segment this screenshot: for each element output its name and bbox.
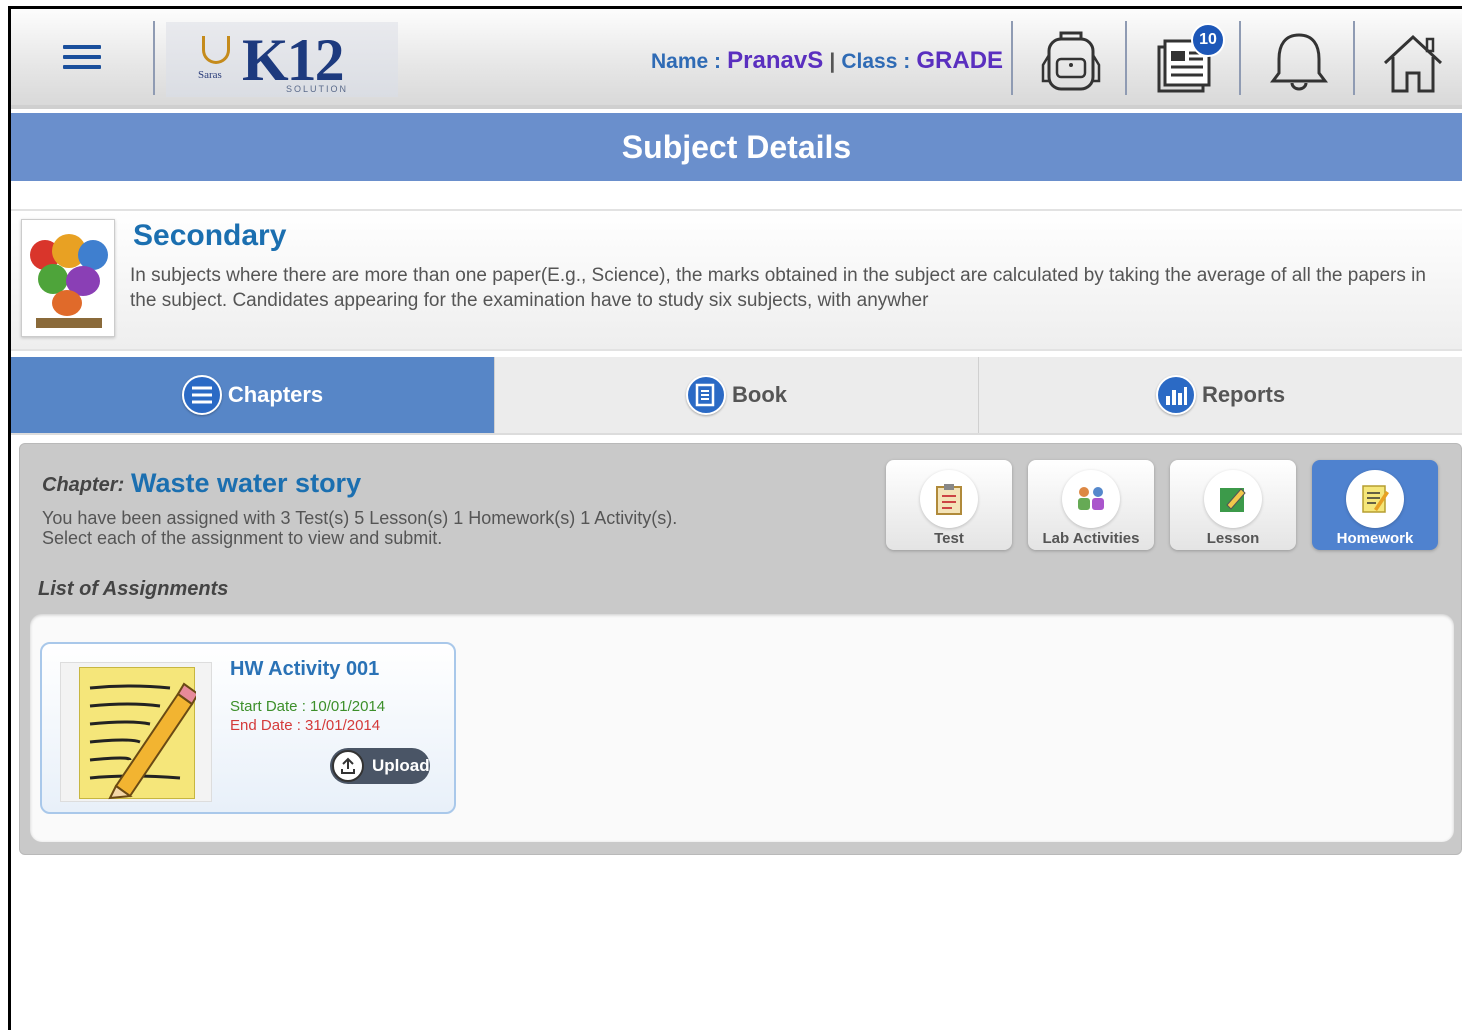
tab-reports[interactable]: Reports — [979, 357, 1462, 433]
backpack-icon[interactable] — [1035, 25, 1107, 97]
header-divider — [1239, 21, 1241, 95]
upload-icon — [332, 750, 364, 782]
page-title: Subject Details — [621, 129, 852, 165]
user-info-separator: | — [829, 50, 836, 73]
chapters-icon — [181, 375, 222, 415]
user-info: Name : PranavS | Class : GRADE — [651, 47, 1003, 75]
assignment-type-homework[interactable]: Homework — [1312, 460, 1438, 550]
assignment-type-label: Lab Activities — [1042, 530, 1140, 547]
name-value: PranavS — [727, 47, 824, 74]
name-label: Name : — [651, 50, 722, 73]
assignment-title: HW Activity 001 — [230, 658, 380, 680]
app-logo: Saras K12 SOLUTION — [166, 22, 398, 97]
tab-chapters[interactable]: Chapters — [11, 357, 495, 433]
chapter-name: Waste water story — [131, 468, 362, 498]
lab-activities-icon — [1062, 470, 1120, 528]
subject-description: In subjects where there are more than on… — [130, 265, 1426, 311]
assignment-type-lesson[interactable]: Lesson — [1170, 460, 1296, 550]
tab-book[interactable]: Book — [495, 357, 979, 433]
bell-icon[interactable] — [1263, 25, 1335, 97]
subject-title: Secondary — [133, 219, 287, 252]
logo-sub: SOLUTION — [286, 84, 349, 94]
assignment-type-test[interactable]: Test — [886, 460, 1012, 550]
assignment-card[interactable]: HW Activity 001 Start Date : 10/01/2014 … — [40, 642, 456, 814]
tab-label: Chapters — [227, 382, 324, 407]
list-of-assignments-label: List of Assignments — [38, 578, 229, 600]
app-header: Saras K12 SOLUTION Name : PranavS | Clas… — [11, 9, 1462, 109]
assignment-type-lab-activities[interactable]: Lab Activities — [1028, 460, 1154, 550]
lesson-icon — [1204, 470, 1262, 528]
header-divider — [153, 21, 155, 95]
clipboard-icon — [920, 470, 978, 528]
app-frame: Saras K12 SOLUTION Name : PranavS | Clas… — [8, 6, 1462, 1030]
assignments-list: HW Activity 001 Start Date : 10/01/2014 … — [30, 614, 1454, 842]
book-icon — [686, 375, 726, 415]
logo-brand: Saras — [198, 69, 222, 81]
subject-thumbnail — [21, 219, 115, 337]
assignment-type-label: Lesson — [1206, 530, 1260, 547]
assignment-end-date: End Date : 31/01/2014 — [230, 717, 381, 734]
menu-icon[interactable] — [63, 45, 101, 73]
class-value: GRADE — [916, 47, 1004, 74]
tab-label: Reports — [1201, 382, 1286, 407]
notifications-badge: 10 — [1191, 23, 1225, 57]
home-icon[interactable] — [1377, 25, 1449, 97]
subject-tabs: Chapters Book Reports — [11, 357, 1462, 435]
chapter-description: You have been assigned with 3 Test(s) 5 … — [42, 508, 678, 548]
tab-label: Book — [732, 382, 787, 407]
header-divider — [1125, 21, 1127, 95]
assignments-icon[interactable]: 10 — [1149, 23, 1225, 97]
homework-thumbnail-icon — [60, 662, 212, 802]
upload-label: Upload — [372, 756, 430, 775]
assignment-start-date: Start Date : 10/01/2014 — [230, 698, 386, 715]
homework-icon — [1346, 470, 1404, 528]
class-label: Class : — [841, 50, 911, 73]
assignment-type-label: Homework — [1336, 530, 1414, 547]
subject-card: Secondary In subjects where there are mo… — [11, 209, 1462, 351]
assignment-type-label: Test — [934, 530, 964, 547]
upload-button[interactable]: Upload — [330, 748, 430, 784]
reports-icon — [1155, 375, 1196, 415]
title-bar: Subject Details — [11, 113, 1462, 181]
logo-book-icon — [202, 36, 230, 64]
header-divider — [1353, 21, 1355, 95]
header-divider — [1011, 21, 1013, 95]
chapter-panel: Chapter: Waste water story You have been… — [19, 443, 1462, 855]
chapter-label: Chapter: — [42, 474, 125, 496]
